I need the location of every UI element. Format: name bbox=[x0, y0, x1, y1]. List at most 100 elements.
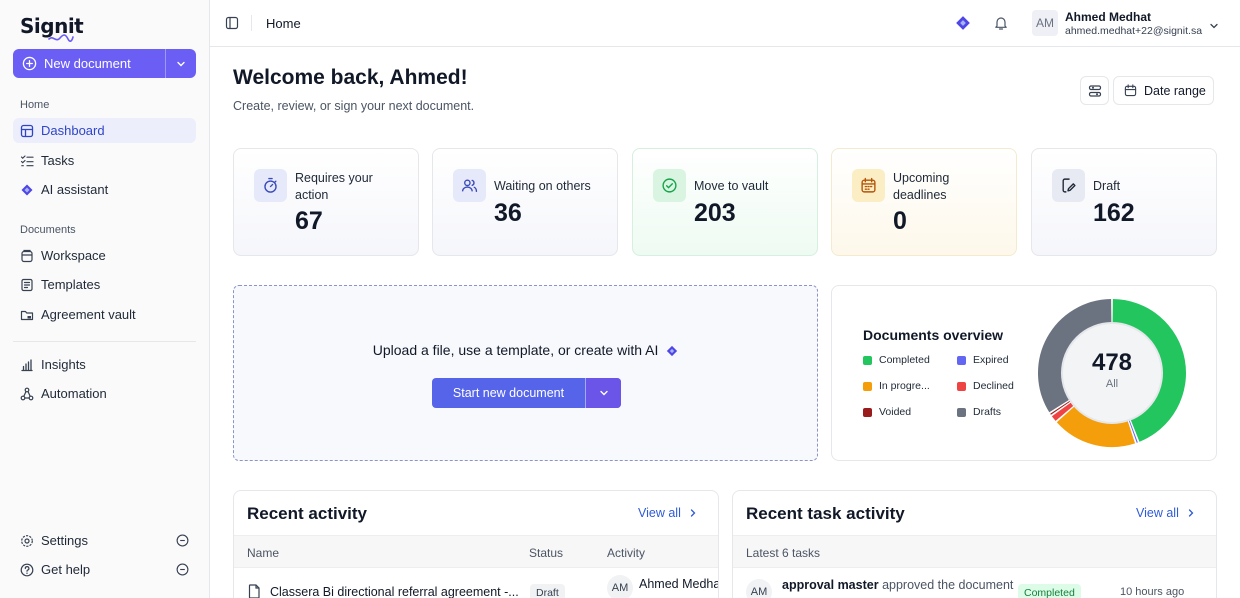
sidebar-item-label: Dashboard bbox=[41, 123, 105, 138]
overview-title: Documents overview bbox=[863, 327, 1004, 343]
sidebar-item-insights[interactable]: Insights bbox=[13, 352, 196, 377]
view-all-link[interactable]: View all bbox=[1136, 506, 1195, 520]
donut-slice-declined[interactable] bbox=[1051, 402, 1074, 421]
legend-label: Drafts bbox=[973, 406, 1002, 418]
minus-circle-icon[interactable] bbox=[176, 563, 189, 579]
sidebar-item-label: Automation bbox=[41, 386, 107, 401]
stat-card-requires-action[interactable]: Requires your action 67 bbox=[233, 148, 419, 256]
view-all-link[interactable]: View all bbox=[638, 506, 697, 520]
bar-chart-icon bbox=[20, 358, 34, 372]
chevron-down-icon bbox=[599, 390, 608, 396]
avatar[interactable]: AM bbox=[1032, 10, 1058, 36]
view-all-label: View all bbox=[638, 506, 681, 520]
breadcrumb: Home bbox=[266, 16, 301, 31]
sidebar-item-settings[interactable]: Settings bbox=[13, 528, 196, 553]
stat-value: 0 bbox=[893, 207, 907, 235]
recent-task-activity-panel: Recent task activity View all Latest 6 t… bbox=[732, 490, 1217, 598]
legend-swatch bbox=[863, 407, 872, 417]
start-new-document-button[interactable]: Start new document bbox=[432, 378, 621, 408]
new-document-dropdown[interactable] bbox=[166, 49, 196, 78]
sidebar-item-tasks[interactable]: Tasks bbox=[13, 148, 196, 173]
calendar-icon bbox=[852, 169, 885, 202]
sidebar-divider bbox=[13, 341, 196, 342]
table-header: Name Status Activity bbox=[234, 535, 718, 568]
stat-card-upcoming-deadlines[interactable]: Upcoming deadlines 0 bbox=[831, 148, 1017, 256]
document-name[interactable]: Classera Bi directional referral agreeme… bbox=[270, 585, 519, 598]
sidebar-item-automation[interactable]: Automation bbox=[13, 381, 196, 406]
sidebar-item-get-help[interactable]: Get help bbox=[13, 557, 196, 582]
panel-title: Recent task activity bbox=[746, 504, 905, 523]
minus-circle-icon[interactable] bbox=[176, 534, 189, 550]
document-icon bbox=[248, 584, 260, 598]
stat-card-draft[interactable]: Draft 162 bbox=[1031, 148, 1217, 256]
help-circle-icon bbox=[20, 563, 34, 577]
task-time: 10 hours ago bbox=[1120, 586, 1185, 598]
legend-swatch bbox=[957, 355, 966, 365]
task-subheader: Latest 6 tasks bbox=[746, 546, 821, 560]
legend-item: Expired bbox=[957, 354, 1009, 366]
stat-value: 203 bbox=[694, 199, 736, 227]
page-title: Welcome back, Ahmed! bbox=[233, 66, 468, 89]
sidebar-item-workspace[interactable]: Workspace bbox=[13, 243, 196, 268]
legend-swatch bbox=[863, 381, 872, 391]
sidebar-item-agreement-vault[interactable]: Agreement vault bbox=[13, 302, 196, 327]
sidebar-section-documents: Documents bbox=[20, 224, 76, 236]
sidebar-item-label: AI assistant bbox=[41, 182, 109, 197]
date-range-label: Date range bbox=[1144, 83, 1206, 98]
legend-label: Expired bbox=[973, 354, 1009, 366]
dashboard-icon bbox=[20, 124, 34, 138]
new-document-button[interactable]: New document bbox=[13, 49, 196, 78]
view-all-label: View all bbox=[1136, 506, 1179, 520]
user-name[interactable]: Ahmed Medhat bbox=[1065, 10, 1151, 24]
table-header: Latest 6 tasks bbox=[733, 535, 1216, 568]
task-description: approval master approved the document bbox=[782, 578, 1013, 592]
ai-diamond-icon[interactable] bbox=[955, 15, 971, 36]
sidebar-item-templates[interactable]: Templates bbox=[13, 272, 196, 297]
legend-swatch bbox=[957, 381, 966, 391]
legend-swatch bbox=[957, 407, 966, 417]
sidebar-item-label: Workspace bbox=[41, 248, 106, 263]
recent-activity-panel: Recent activity View all Name Status Act… bbox=[233, 490, 719, 598]
start-new-document-main[interactable]: Start new document bbox=[432, 378, 586, 408]
sidebar-item-label: Templates bbox=[41, 277, 101, 292]
column-header-name[interactable]: Name bbox=[247, 546, 279, 560]
check-circle-icon bbox=[653, 169, 686, 202]
status-badge: Draft bbox=[530, 584, 565, 598]
stat-card-move-to-vault[interactable]: Move to vault 203 bbox=[632, 148, 818, 256]
automation-icon bbox=[20, 387, 34, 401]
avatar: AM bbox=[746, 579, 772, 598]
stat-label: Upcoming deadlines bbox=[893, 171, 950, 202]
stopwatch-icon bbox=[254, 169, 287, 202]
upload-prompt: Upload a file, use a template, or create… bbox=[234, 342, 817, 358]
chevron-down-icon[interactable] bbox=[1209, 18, 1219, 36]
activity-user: Ahmed Medhat bbox=[639, 577, 719, 591]
legend-swatch bbox=[863, 355, 872, 365]
sidebar: Signit New document Home Dashboard Tasks… bbox=[0, 0, 210, 598]
sidebar-toggle-icon[interactable] bbox=[225, 16, 239, 35]
sliders-icon bbox=[1088, 84, 1101, 97]
tasks-icon bbox=[20, 154, 34, 168]
date-range-button[interactable]: Date range bbox=[1113, 76, 1214, 105]
bell-icon[interactable] bbox=[993, 15, 1009, 36]
users-icon bbox=[453, 169, 486, 202]
legend-item: Drafts bbox=[957, 406, 1001, 418]
upload-dropzone[interactable]: Upload a file, use a template, or create… bbox=[233, 285, 818, 461]
sidebar-item-ai-assistant[interactable]: AI assistant bbox=[13, 177, 196, 202]
filter-button[interactable] bbox=[1080, 76, 1109, 105]
stat-card-waiting-on-others[interactable]: Waiting on others 36 bbox=[432, 148, 618, 256]
sidebar-item-label: Settings bbox=[41, 533, 88, 548]
legend-label: In progre... bbox=[879, 380, 930, 392]
column-header-status[interactable]: Status bbox=[529, 546, 563, 560]
legend-item: Voided bbox=[863, 406, 911, 418]
upload-prompt-text: Upload a file, use a template, or create… bbox=[372, 342, 659, 358]
new-document-main[interactable]: New document bbox=[13, 49, 166, 78]
column-header-activity[interactable]: Activity bbox=[607, 546, 645, 560]
legend-item: Declined bbox=[957, 380, 1014, 392]
chevron-down-icon bbox=[177, 61, 185, 66]
donut-total: 478 bbox=[1091, 349, 1133, 376]
chevron-right-icon bbox=[1188, 509, 1194, 517]
sidebar-item-dashboard[interactable]: Dashboard bbox=[13, 118, 196, 143]
chevron-right-icon bbox=[690, 509, 696, 517]
start-new-document-dropdown[interactable] bbox=[586, 378, 621, 408]
donut-slice-voided[interactable] bbox=[1050, 400, 1071, 415]
